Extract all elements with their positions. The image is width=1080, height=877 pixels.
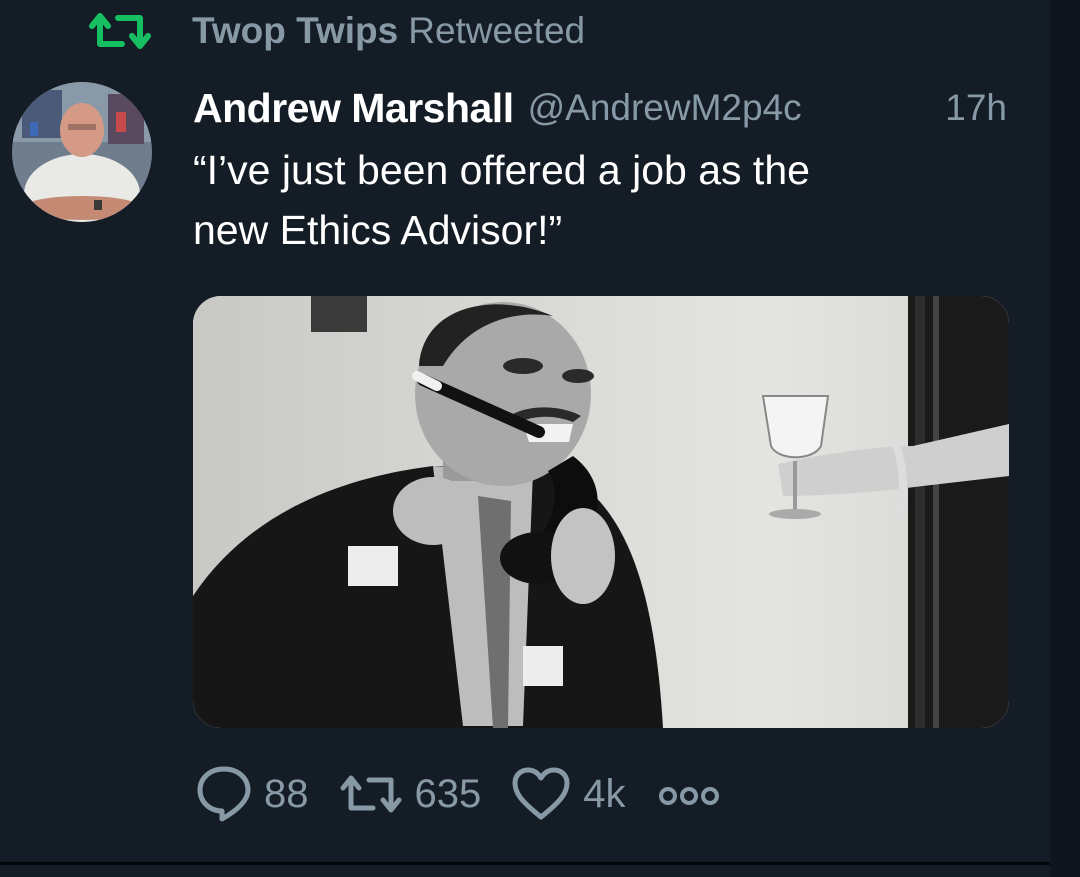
retweet-context: Twop Twips Retweeted bbox=[88, 6, 585, 56]
retweeter-name[interactable]: Twop Twips bbox=[192, 10, 398, 52]
more-options-button[interactable] bbox=[656, 779, 722, 809]
reply-button[interactable]: 88 bbox=[196, 765, 309, 823]
tweet-text-line: new Ethics Advisor!” bbox=[193, 207, 563, 253]
avatar-photo bbox=[12, 82, 152, 222]
tweet-media-image[interactable] bbox=[193, 296, 1009, 728]
tweet-timestamp[interactable]: 17h bbox=[945, 87, 1007, 129]
heart-icon bbox=[512, 767, 570, 820]
tweet-card[interactable]: Twop Twips Retweeted Andrew Marshall @An… bbox=[0, 0, 1080, 877]
black-and-white-photo bbox=[193, 296, 1009, 728]
tweet-header: Andrew Marshall @AndrewM2p4c 17h bbox=[193, 80, 1013, 136]
reply-icon bbox=[197, 766, 251, 822]
tweet-divider bbox=[0, 862, 1050, 865]
retweet-count: 635 bbox=[414, 771, 482, 816]
like-button[interactable]: 4k bbox=[511, 767, 626, 821]
like-count: 4k bbox=[583, 771, 626, 816]
retweet-icon bbox=[340, 775, 401, 813]
tweet-text-line: “I’ve just been offered a job as the bbox=[193, 147, 810, 193]
scrollbar-track bbox=[1050, 0, 1080, 877]
tweet-text: “I’ve just been offered a job as the new… bbox=[193, 140, 1013, 260]
reply-count: 88 bbox=[264, 771, 309, 816]
retweeted-label: Retweeted bbox=[408, 10, 586, 51]
retweet-icon bbox=[89, 13, 151, 49]
retweet-button[interactable]: 635 bbox=[339, 771, 482, 817]
author-name[interactable]: Andrew Marshall bbox=[193, 85, 514, 132]
author-handle[interactable]: @AndrewM2p4c bbox=[528, 87, 802, 129]
more-icon bbox=[658, 787, 719, 805]
tweet-actions: 88 635 4k bbox=[196, 762, 752, 826]
author-avatar[interactable] bbox=[12, 82, 152, 222]
